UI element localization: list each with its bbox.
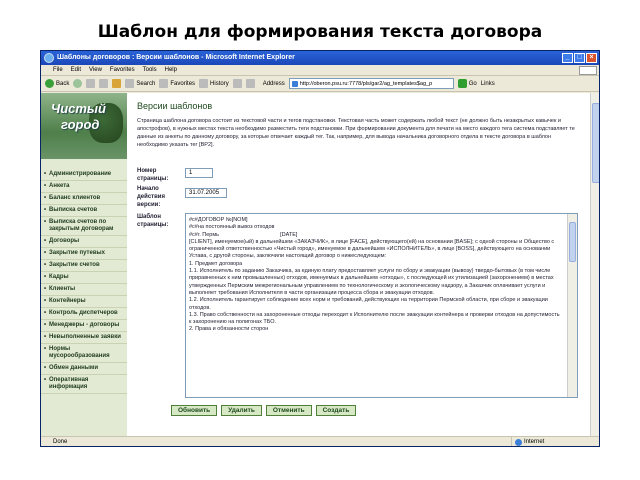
sidebar-item-staff[interactable]: Кадры [41,272,127,284]
template-line: 1. Предмет договора [189,260,243,267]
intro-text: Страница шаблона договора состоит из тек… [137,118,575,148]
favorites-button[interactable]: Favorites [159,79,195,88]
minimize-button[interactable]: _ [562,53,573,63]
sidebar-item-waybills[interactable]: Закрытие путевых [41,248,127,260]
page-number-input[interactable]: 1 [185,168,213,178]
sidebar-item-dispatchers[interactable]: Контроль диспетчеров [41,308,127,320]
update-button[interactable]: Обновить [171,405,218,416]
print-icon [245,79,255,88]
sidebar-item-clients[interactable]: Клиенты [41,284,127,296]
template-line: 1.1. Исполнитель по заданию Заказчика, з… [189,268,556,296]
stop-button[interactable] [86,79,96,88]
start-date-label: Начало действия версии: [137,186,165,208]
address-input[interactable]: http://oberon.psu.ru:7778/pls/gar2/ag_te… [288,78,454,89]
browser-window: Шаблоны договоров : Версии шаблонов - Mi… [40,50,600,447]
sidebar-item-invoices[interactable]: Выписка счетов [41,205,127,217]
page-viewport: Чистый город Администрирование Анкета Ба… [41,93,590,436]
go-button[interactable]: Go [457,79,477,88]
menu-file[interactable]: File [53,65,63,75]
home-button[interactable] [112,79,122,88]
cancel-button[interactable]: Отменить [265,405,312,416]
window-controls: _ □ × [562,53,597,63]
sidebar-item-closed-invoices[interactable]: Выписка счетов по закрытым договорам [41,217,127,236]
search-button[interactable]: Search [125,79,155,88]
page-scrollbar[interactable] [590,93,599,436]
forward-button[interactable] [73,79,83,88]
back-button[interactable]: Back [45,79,69,88]
status-bar: Done Internet [41,436,599,446]
refresh-icon [99,79,109,88]
page-scroll-thumb[interactable] [592,103,599,183]
mail-button[interactable] [232,79,242,88]
template-scroll-thumb[interactable] [569,222,576,262]
print-button[interactable] [245,79,255,88]
template-line: 2. Права и обязанности сторон [189,326,269,333]
sidebar-item-managers[interactable]: Менеджеры - договоры [41,320,127,332]
sidebar-item-waste-norms[interactable]: Нормы мусорообразования [41,344,127,363]
refresh-button[interactable] [99,79,109,88]
window-titlebar: Шаблоны договоров : Версии шаблонов - Mi… [41,51,599,65]
stop-icon [86,79,96,88]
ie-logo-icon [44,53,54,63]
sidebar-item-contracts[interactable]: Договоры [41,236,127,248]
sidebar-item-administration[interactable]: Администрирование [41,169,127,181]
template-scrollbar[interactable] [567,214,577,397]
home-icon [112,79,122,88]
status-text: Done [53,439,68,445]
menu-favorites[interactable]: Favorites [110,65,135,75]
security-zone: Internet [511,437,544,446]
menu-bar: File Edit View Favorites Tools Help [41,65,599,76]
menu-tools[interactable]: Tools [143,65,157,75]
template-line: #с#на постоянный вывоз отходов [189,224,275,231]
mail-icon [232,79,242,88]
back-arrow-icon [45,79,54,88]
star-icon [159,79,169,88]
sidebar-item-questionnaire[interactable]: Анкета [41,181,127,193]
links-button[interactable]: Links [481,81,495,87]
forward-arrow-icon [73,79,83,88]
template-line: 1.2. Исполнитель гарантирует соблюдение … [189,297,550,311]
logo-text-line2: город [61,117,100,132]
sidebar-nav: Администрирование Анкета Баланс клиентов… [41,159,127,394]
sidebar-item-close-invoices[interactable]: Закрытие счетов [41,260,127,272]
slide-title: Шаблон для формирования текста договора [97,22,543,42]
page-title: Версии шаблонов [137,101,213,111]
template-line: [CLIENT], именуемое(ый) в дальнейшем «ЗА… [189,238,556,260]
template-line: #с#г. Пермь [DATE] [189,231,298,238]
sidebar-item-client-balance[interactable]: Баланс клиентов [41,193,127,205]
sidebar-item-data-exchange[interactable]: Обмен данными [41,363,127,375]
sidebar: Чистый город Администрирование Анкета Ба… [41,93,127,436]
address-label: Address [262,80,285,87]
menu-help[interactable]: Help [165,65,177,75]
window-title: Шаблоны договоров : Версии шаблонов - Mi… [57,54,295,61]
menu-edit[interactable]: Edit [71,65,81,75]
template-line: 1.3. Право собственности на захороненные… [189,311,562,326]
go-arrow-icon [457,79,467,88]
template-textarea[interactable]: #с#ДОГОВОР №[NOM] #с#на постоянный вывоз… [185,213,578,398]
search-icon [125,79,135,88]
close-button[interactable]: × [586,53,597,63]
menu-view[interactable]: View [89,65,102,75]
history-icon [199,79,209,88]
sidebar-item-operational-info[interactable]: Оперативная информация [41,375,127,394]
browser-toolbar: Back Search Favorites History Address ht… [41,76,599,92]
sidebar-item-containers[interactable]: Контейнеры [41,296,127,308]
history-button[interactable]: History [199,79,229,88]
sidebar-item-pending-requests[interactable]: Невыполненные заявки [41,332,127,344]
company-logo: Чистый город [41,93,127,159]
create-button[interactable]: Создать [315,405,357,416]
action-buttons: Обновить Удалить Отменить Создать [171,405,357,416]
start-date-input[interactable]: 31.07.2005 [185,188,227,198]
logo-text-line1: Чистый [51,101,106,116]
template-label: Шаблон страницы: [137,214,169,228]
windows-logo-icon [579,66,597,75]
delete-button[interactable]: Удалить [221,405,262,416]
page-number-label: Номер страницы: [137,168,169,182]
main-content: Версии шаблонов Страница шаблона договор… [131,93,586,436]
maximize-button[interactable]: □ [574,53,585,63]
